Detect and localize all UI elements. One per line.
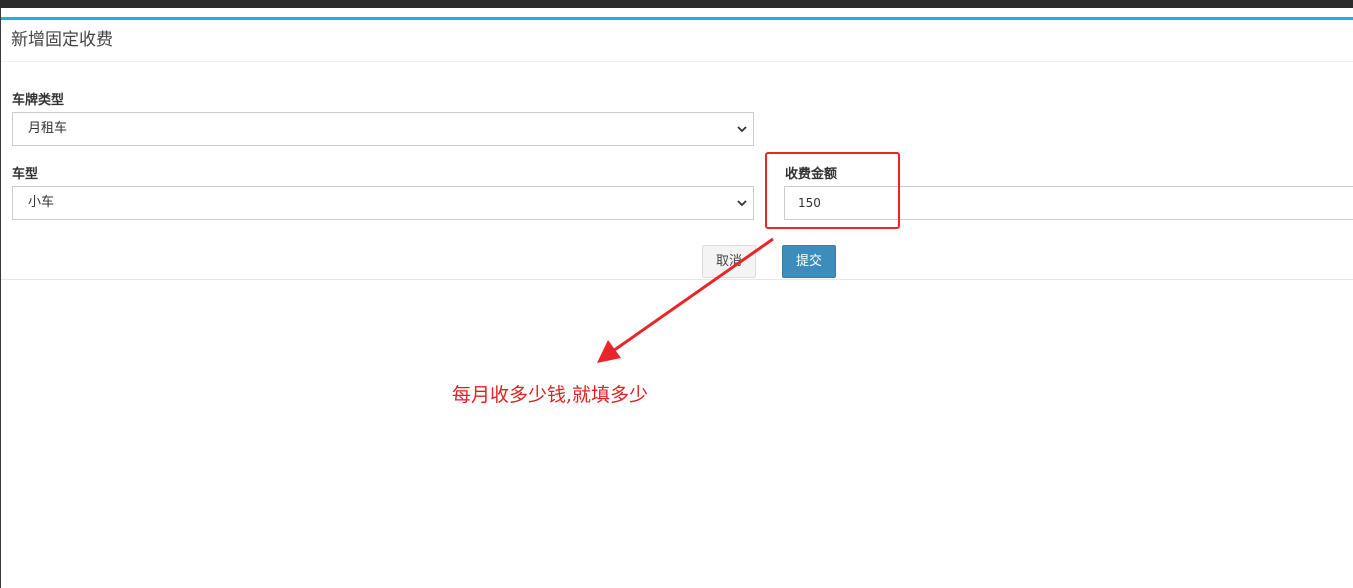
form-panel: 新增固定收费 — [1, 17, 1353, 280]
plate-type-label: 车牌类型 — [12, 93, 65, 108]
car-type-value: 小车 — [28, 195, 55, 210]
car-type-select[interactable]: 小车 — [12, 186, 754, 220]
plate-type-value: 月租车 — [28, 121, 68, 136]
chevron-down-icon — [735, 187, 749, 219]
car-type-label: 车型 — [12, 167, 39, 182]
submit-button[interactable]: 提交 — [782, 245, 836, 278]
highlight-box — [765, 152, 900, 229]
page: 新增固定收费 车牌类型 月租车 车型 小车 收费金额 150 取消 提交 每月收… — [0, 0, 1353, 588]
plate-type-select[interactable]: 月租车 — [12, 112, 754, 146]
annotation-text: 每月收多少钱,就填多少 — [452, 384, 649, 406]
panel-title: 新增固定收费 — [1, 20, 1353, 62]
top-bar — [0, 0, 1353, 8]
chevron-down-icon — [735, 113, 749, 145]
cancel-button[interactable]: 取消 — [702, 245, 756, 278]
